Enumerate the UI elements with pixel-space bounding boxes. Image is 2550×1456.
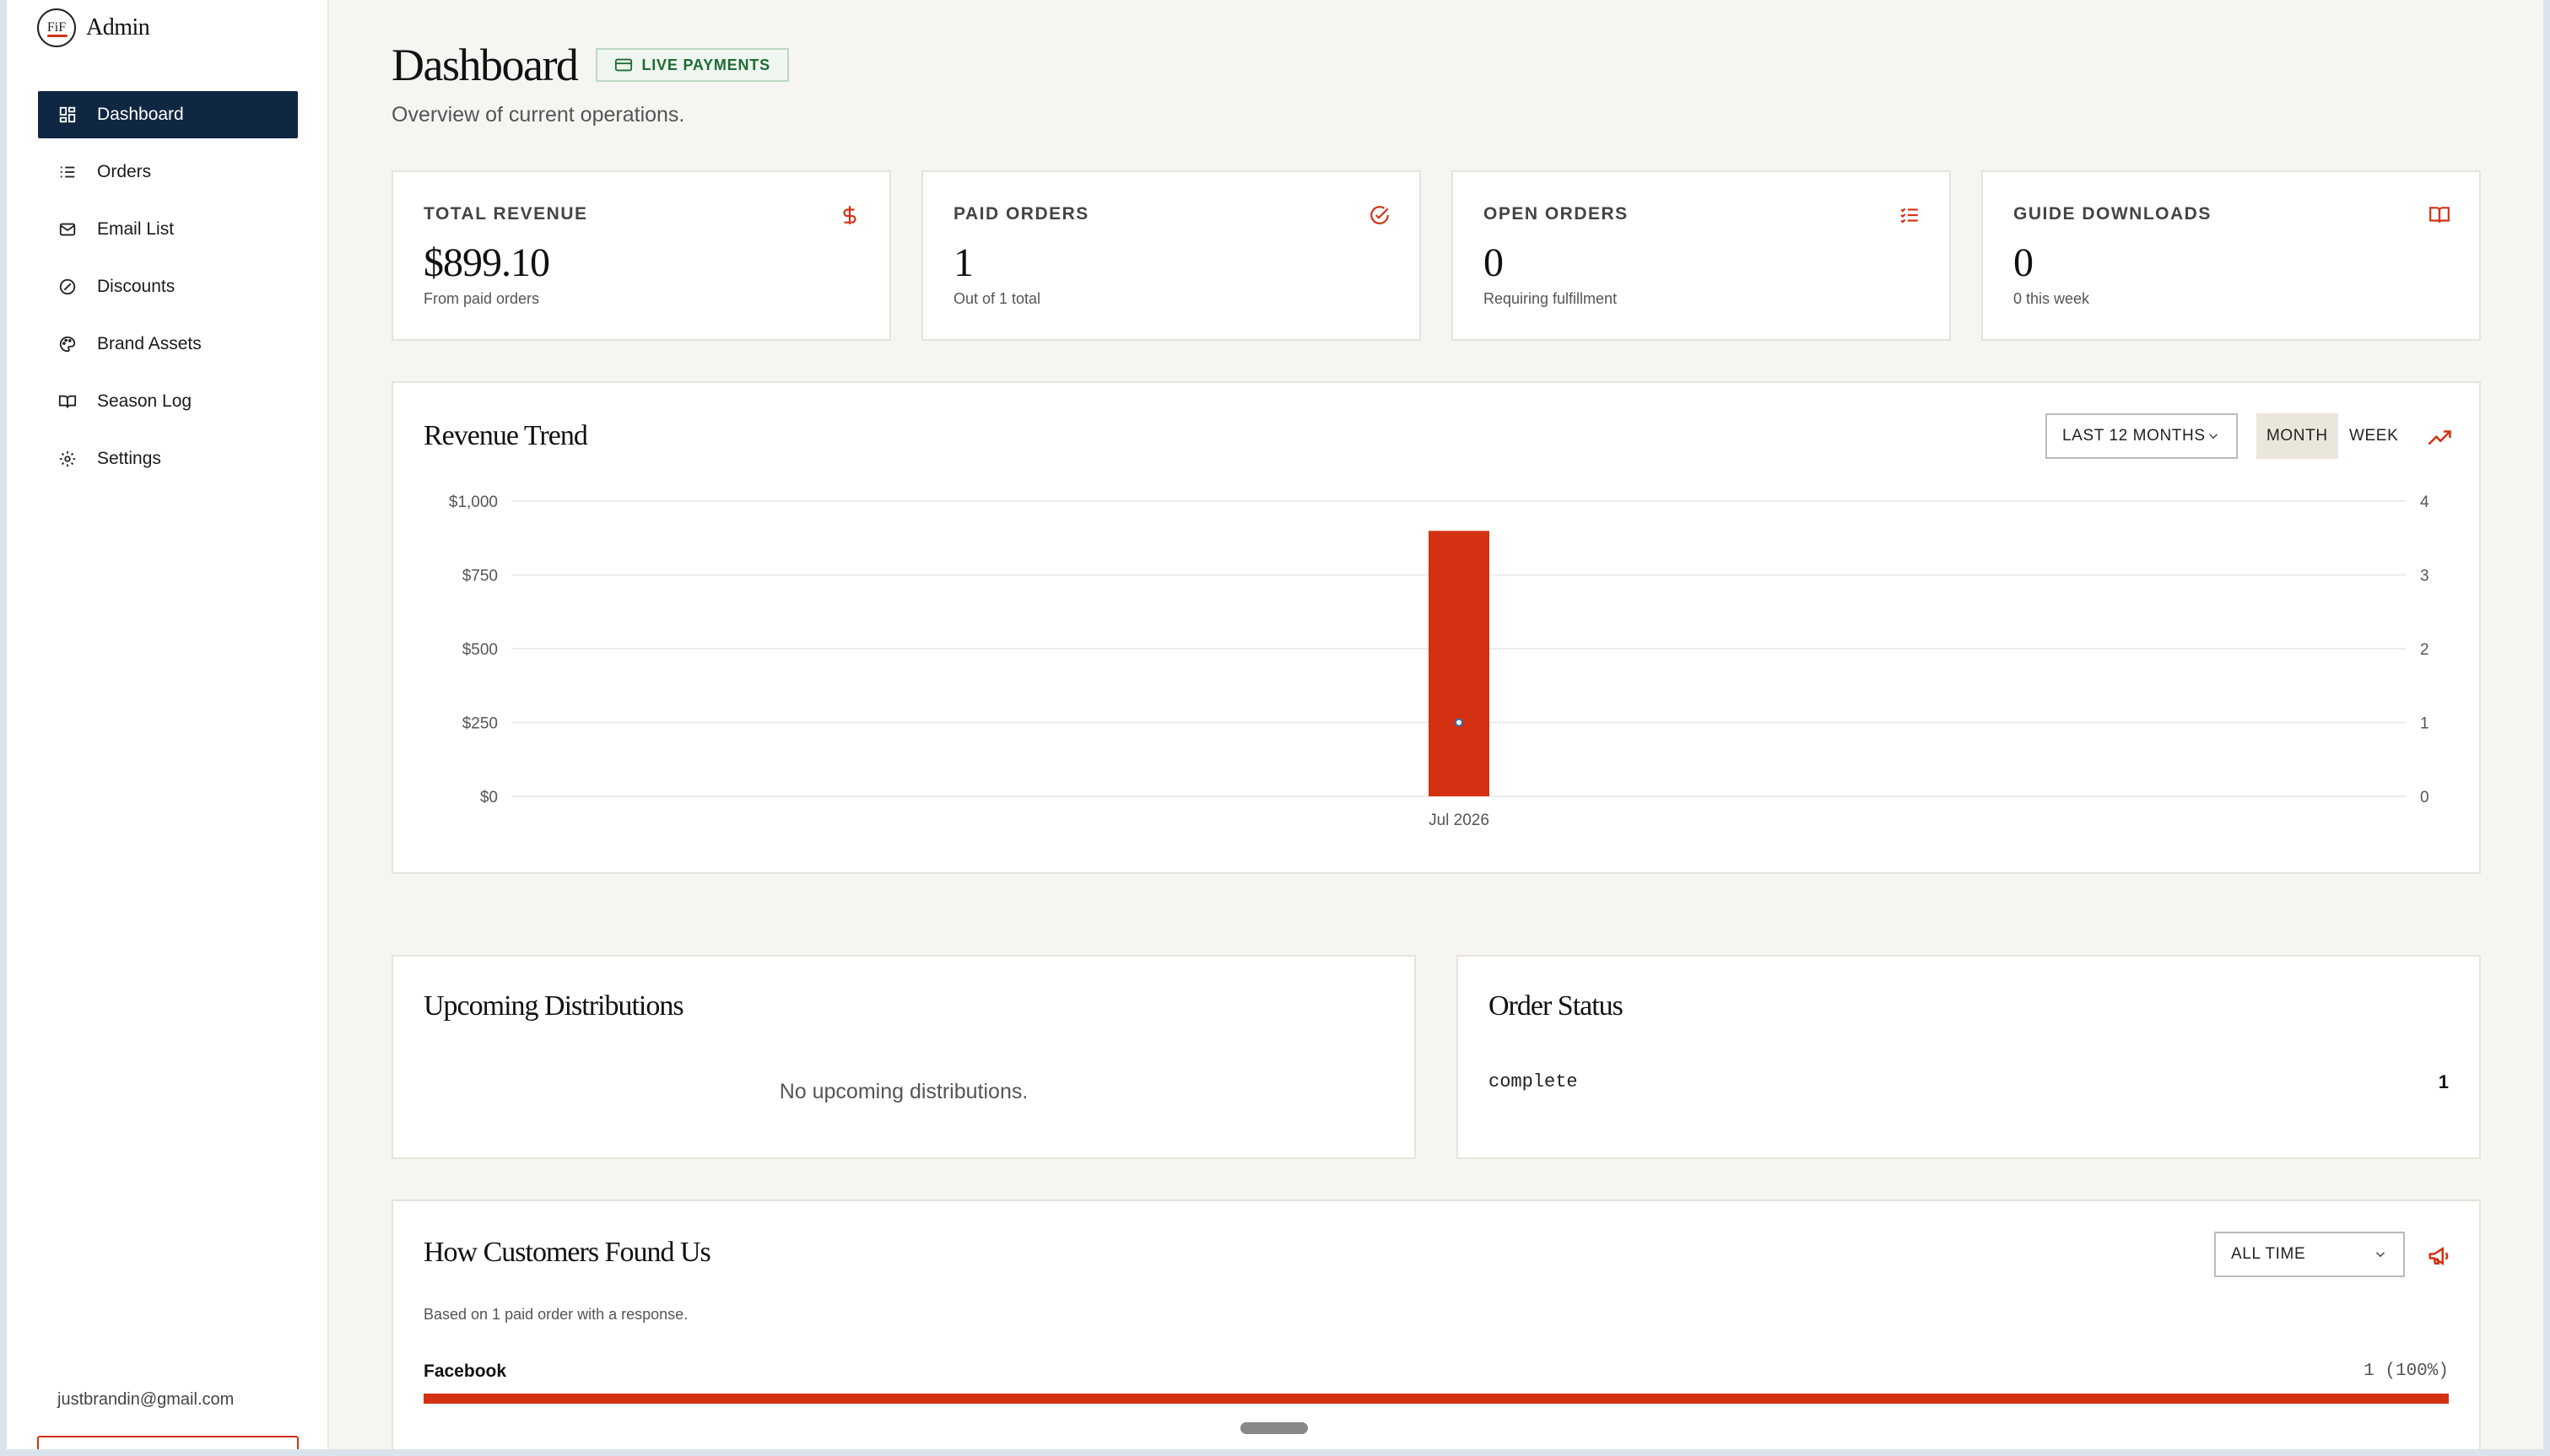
scroll-handle[interactable] — [1240, 1422, 1308, 1434]
mail-icon — [59, 223, 76, 236]
sidebar-item-email-list[interactable]: Email List — [38, 206, 298, 253]
page-title: Dashboard — [392, 40, 579, 90]
stat-label: GUIDE DOWNLOADS — [2013, 204, 2212, 224]
check-circle-icon — [1370, 206, 1389, 224]
sidebar-item-label: Orders — [97, 162, 152, 181]
customer-sources-title: How Customers Found Us — [424, 1237, 711, 1268]
palette-icon — [59, 336, 76, 353]
stat-note: Out of 1 total — [954, 290, 1041, 307]
brand[interactable]: FiF Admin — [37, 8, 150, 47]
source-bar — [424, 1394, 2449, 1404]
x-tick-label: Jul 2026 — [1429, 812, 1489, 829]
revenue-chart: $0 $250 $500 $750 $1,000 0 1 2 3 4 Jul 2026 — [449, 493, 2429, 829]
y2-tick-label: 3 — [2420, 568, 2429, 585]
sidebar-item-settings[interactable]: Settings — [38, 435, 298, 483]
order-status-title: Order Status — [1488, 990, 1623, 1022]
y2-tick-label: 1 — [2420, 715, 2429, 733]
y2-tick-label: 2 — [2420, 641, 2429, 659]
stat-value: 0 — [1483, 240, 1504, 285]
stat-note: 0 this week — [2013, 290, 2090, 307]
stat-label: PAID ORDERS — [954, 204, 1089, 224]
megaphone-icon — [2428, 1246, 2449, 1266]
timeframe-select[interactable]: ALL TIME — [2214, 1232, 2405, 1277]
brand-title: Admin — [86, 14, 150, 40]
sidebar-nav: Dashboard Orders Email List Discounts Br… — [38, 91, 298, 493]
sidebar-item-label: Settings — [97, 449, 161, 468]
stat-note: From paid orders — [424, 290, 540, 307]
order-status-label: complete — [1488, 1071, 1578, 1092]
discount-icon — [59, 278, 76, 295]
live-payments-badge: LIVE PAYMENTS — [596, 48, 789, 82]
stat-note: Requiring fulfillment — [1483, 290, 1618, 307]
source-count: 1 (100%) — [2364, 1362, 2449, 1381]
sidebar-item-label: Season Log — [97, 391, 192, 411]
customer-sources-card: How Customers Found Us ALL TIME Based on… — [392, 1200, 2481, 1456]
brand-logo: FiF — [37, 8, 76, 47]
dollar-icon — [843, 206, 856, 224]
y-tick-label: $1,000 — [449, 493, 498, 511]
sidebar: FiF Admin Dashboard Orders Email List Di… — [7, 0, 329, 1456]
book-open-icon — [2429, 207, 2450, 223]
sidebar-item-dashboard[interactable]: Dashboard — [38, 91, 298, 138]
user-email: justbrandin@gmail.com — [57, 1390, 235, 1409]
sidebar-item-discounts[interactable]: Discounts — [38, 263, 298, 310]
stat-card-paid-orders: PAID ORDERS 1 Out of 1 total — [921, 170, 1421, 341]
y2-tick-label: 0 — [2420, 789, 2429, 806]
sidebar-item-label: Dashboard — [97, 105, 184, 124]
order-status-card: Order Status complete 1 — [1456, 955, 2481, 1159]
logout-button[interactable] — [37, 1436, 299, 1456]
sidebar-item-orders[interactable]: Orders — [38, 148, 298, 196]
revenue-trend-card: Revenue Trend LAST 12 MONTHS MONTH WEEK … — [392, 381, 2481, 874]
y-tick-label: $0 — [480, 789, 498, 806]
upcoming-distributions-card: Upcoming Distributions No upcoming distr… — [392, 955, 1416, 1159]
customer-sources-note: Based on 1 paid order with a response. — [424, 1306, 689, 1323]
y2-tick-label: 4 — [2420, 493, 2429, 511]
revenue-bar — [1429, 531, 1489, 796]
stat-card-guide-downloads: GUIDE DOWNLOADS 0 0 this week — [1981, 170, 2481, 341]
list-check-icon — [1900, 208, 1918, 224]
y-tick-label: $750 — [462, 568, 498, 585]
page-header: Dashboard LIVE PAYMENTS — [392, 39, 789, 91]
sidebar-item-label: Email List — [97, 219, 175, 239]
y-tick-label: $500 — [462, 641, 498, 659]
credit-card-icon — [615, 58, 633, 72]
chevron-down-icon — [2375, 1252, 2385, 1258]
stat-card-total-revenue: TOTAL REVENUE $899.10 From paid orders — [392, 170, 891, 341]
stat-card-open-orders: OPEN ORDERS 0 Requiring fulfillment — [1451, 170, 1951, 341]
stat-value: 1 — [954, 240, 974, 285]
sidebar-item-label: Discounts — [97, 277, 176, 296]
page-subtitle: Overview of current operations. — [392, 103, 685, 127]
stat-label: TOTAL REVENUE — [424, 204, 588, 224]
live-payments-label: LIVE PAYMENTS — [641, 56, 770, 73]
source-name: Facebook — [424, 1362, 507, 1381]
source-bar-fill — [424, 1394, 2449, 1404]
gear-icon — [59, 450, 76, 467]
stat-value: 0 — [2013, 240, 2034, 285]
distributions-title: Upcoming Distributions — [424, 990, 684, 1022]
sidebar-item-season-log[interactable]: Season Log — [38, 378, 298, 425]
stat-label: OPEN ORDERS — [1483, 204, 1629, 224]
book-icon — [58, 395, 77, 408]
order-count-point — [1455, 718, 1463, 727]
sidebar-item-label: Brand Assets — [97, 334, 202, 353]
source-row: Facebook 1 (100%) — [424, 1362, 2449, 1382]
sidebar-item-brand-assets[interactable]: Brand Assets — [38, 321, 298, 368]
distributions-empty-message: No upcoming distributions. — [779, 1080, 1029, 1103]
stat-value: $899.10 — [424, 240, 550, 285]
dashboard-grid-icon — [59, 106, 76, 123]
order-status-count: 1 — [2438, 1071, 2449, 1092]
timeframe-select-value: ALL TIME — [2231, 1245, 2306, 1263]
list-icon — [60, 166, 75, 178]
order-status-row: complete 1 — [1488, 1071, 2449, 1093]
y-tick-label: $250 — [462, 715, 498, 733]
